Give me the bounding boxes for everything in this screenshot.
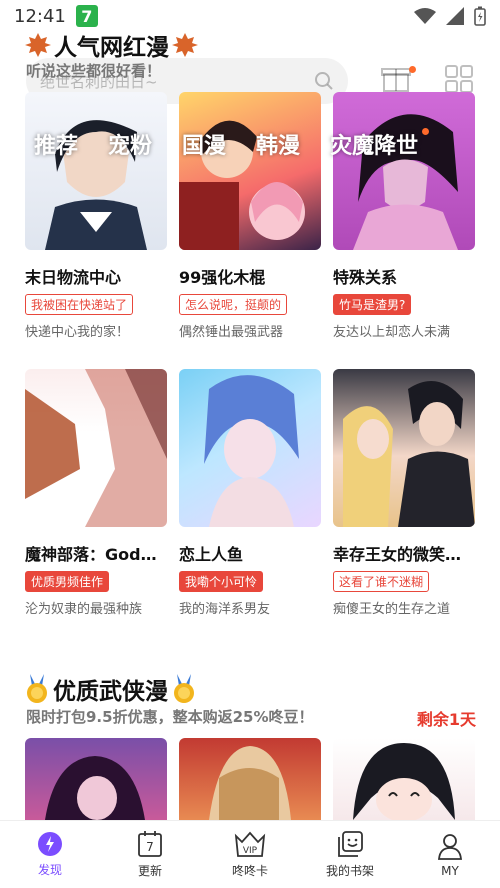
nav-label: 发现: [37, 863, 62, 877]
cover-illustration: [353, 743, 455, 820]
maple-leaf-icon: [172, 33, 198, 57]
calendar-badge: 7: [146, 840, 154, 854]
nav-label: 更新: [137, 864, 162, 878]
tab-fans[interactable]: 宠粉: [108, 128, 152, 160]
nav-vip-card[interactable]: VIP 咚咚卡: [200, 821, 300, 888]
cover-illustration: [45, 756, 145, 820]
discover-icon: [38, 832, 62, 856]
comic-title: 幸存王女的微笑…: [333, 545, 462, 564]
status-indicators: [414, 6, 486, 26]
comic-title: 特殊关系: [333, 268, 398, 287]
category-tabs: 推荐 宠粉 国漫 韩漫 灾魔降世: [0, 124, 500, 164]
nav-label: 咚咚卡: [231, 864, 268, 878]
comic-cover: [179, 92, 321, 250]
comic-cover: [179, 738, 321, 820]
wifi-icon: [414, 8, 436, 24]
signal-icon: [446, 7, 464, 25]
tab-domestic[interactable]: 国漫: [182, 128, 226, 160]
tab-korean[interactable]: 韩漫: [256, 128, 300, 160]
tab-featured-label: 灾魔降世: [330, 134, 419, 159]
comic-card[interactable]: [25, 738, 167, 820]
section-subtitle-wuxia: 限时打包9.5折优惠，整本购返25%咚豆！: [26, 708, 314, 726]
comic-desc: 快递中心我的家！: [25, 325, 130, 340]
comic-desc: 我的海洋系男友: [179, 602, 271, 617]
gold-medal-icon: [174, 674, 194, 703]
comic-cover: [333, 92, 475, 250]
comic-desc: 沦为奴隶的最强种族: [25, 602, 143, 617]
comic-tag: 我被困在快递站了: [25, 294, 134, 315]
comic-desc: 友达以上却恋人未满: [333, 325, 451, 340]
maple-leaf-icon: [25, 33, 51, 57]
comic-card[interactable]: [333, 738, 475, 820]
notification-dot: [422, 128, 430, 135]
gold-medal-icon: [27, 674, 47, 703]
comic-title: 99强化木棍: [179, 268, 266, 287]
comic-cover: [25, 738, 167, 820]
comic-tag: 怎么说呢，挺颠的: [179, 294, 288, 315]
nav-updates[interactable]: 7 更新: [100, 821, 200, 888]
comic-cover: [333, 369, 475, 527]
comic-card[interactable]: 恋上人鱼 我嘞个小可怜 我的海洋系男友: [179, 369, 321, 617]
cover-illustration: [179, 120, 305, 250]
comic-tag: 优质男频佳作: [25, 571, 110, 592]
cover-illustration: [25, 369, 167, 527]
comic-title: 恋上人鱼: [179, 545, 244, 564]
section-title-popular: 人气网红漫: [24, 28, 199, 62]
cover-illustration: [45, 120, 147, 250]
comic-title: 魔神部落：God…: [25, 545, 157, 564]
app-notification-icon: 7: [75, 5, 98, 27]
bottom-navigation: 发现 7 更新 VIP 咚咚卡 我的书架 MY: [0, 820, 500, 888]
comic-cover: [25, 92, 167, 250]
countdown-label: 剩余1天: [416, 710, 476, 729]
battery-icon: [474, 6, 486, 26]
bookshelf-icon: [338, 831, 363, 857]
cover-illustration: [343, 381, 475, 527]
comic-desc: 偶然锤出最强武器: [179, 325, 284, 340]
comic-card[interactable]: [179, 738, 321, 820]
status-time: 12:41: [14, 5, 66, 27]
tab-recommend[interactable]: 推荐: [34, 128, 78, 160]
profile-icon: [438, 833, 462, 860]
comic-desc: 痴傻王女的生存之道: [333, 602, 451, 617]
gift-icon: [381, 68, 411, 92]
comic-tag: 这看了谁不迷糊: [333, 571, 430, 592]
comic-cover: [25, 369, 167, 527]
section-subtitle-popular: 听说这些都很好看！: [26, 62, 162, 80]
comic-card[interactable]: 魔神部落：God… 优质男频佳作 沦为奴隶的最强种族: [25, 369, 167, 617]
tab-featured[interactable]: 灾魔降世: [330, 128, 430, 160]
section-title-text: 优质武侠漫: [53, 679, 168, 705]
section-title-wuxia: 优质武侠漫: [24, 672, 197, 706]
comic-card[interactable]: 幸存王女的微笑… 这看了谁不迷糊 痴傻王女的生存之道: [333, 369, 475, 617]
comic-title: 末日物流中心: [25, 268, 122, 287]
calendar-icon: 7: [138, 831, 162, 857]
vip-badge: VIP: [243, 846, 258, 856]
nav-label: MY: [441, 863, 459, 878]
comic-cover: [333, 738, 475, 820]
cover-illustration: [204, 375, 299, 527]
cover-illustration: [353, 114, 458, 250]
grid-icon: [445, 65, 473, 93]
section-title-text: 人气网红漫: [54, 35, 169, 61]
vip-crown-icon: VIP: [234, 831, 266, 857]
nav-profile[interactable]: MY: [400, 821, 500, 888]
comic-tag: 我嘞个小可怜: [179, 571, 264, 592]
search-icon: [315, 72, 333, 90]
nav-bookshelf[interactable]: 我的书架: [300, 821, 400, 888]
nav-label: 我的书架: [325, 864, 374, 878]
nav-discover[interactable]: 发现: [0, 821, 100, 888]
comic-cover: [179, 369, 321, 527]
notification-dot: [409, 66, 416, 73]
comic-tag: 竹马是渣男?: [333, 294, 412, 315]
cover-illustration: [209, 746, 291, 820]
